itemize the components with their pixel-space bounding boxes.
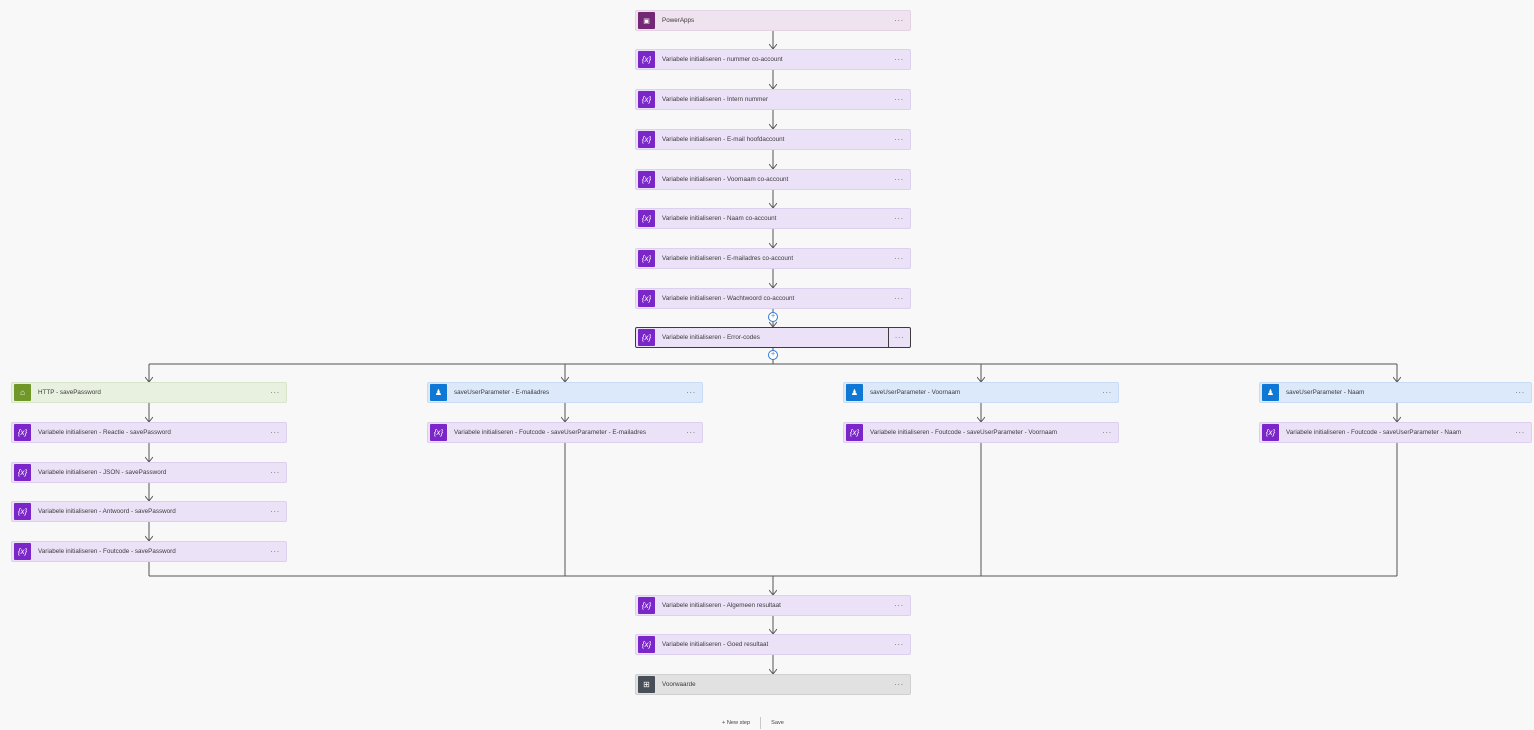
user-icon: ♟ bbox=[1262, 384, 1279, 401]
more-options-icon[interactable]: ··· bbox=[888, 170, 910, 189]
variable-step-card[interactable]: {x} Variabele initialiseren - E-mailadres… bbox=[635, 248, 911, 269]
more-options-icon[interactable]: ··· bbox=[264, 542, 286, 561]
http-icon: ⌂ bbox=[14, 384, 31, 401]
user-icon: ♟ bbox=[430, 384, 447, 401]
variable-step-card[interactable]: {x} Variabele initialiseren - nummer co-a… bbox=[635, 49, 911, 70]
more-options-icon[interactable]: ··· bbox=[1096, 383, 1118, 402]
step-label: Variabele initialiseren - E-mailadres co… bbox=[662, 255, 794, 262]
more-options-icon[interactable]: ··· bbox=[888, 635, 910, 654]
more-options-icon[interactable]: ··· bbox=[888, 11, 910, 30]
more-options-icon[interactable]: ··· bbox=[888, 209, 910, 228]
step-label: Variabele initialiseren - Algemeen resul… bbox=[662, 602, 781, 609]
variable-icon: {x} bbox=[846, 424, 863, 441]
variable-icon: {x} bbox=[1262, 424, 1279, 441]
more-options-icon[interactable]: ··· bbox=[1096, 423, 1118, 442]
insert-step-plus-icon[interactable]: + bbox=[768, 350, 778, 360]
trigger-card-powerapps[interactable]: ▣ PowerApps ··· bbox=[635, 10, 911, 31]
variable-step-card[interactable]: {x} Variabele initialiseren - E-mail hoof… bbox=[635, 129, 911, 150]
bottom-toolbar: + New step Save bbox=[712, 716, 794, 730]
step-label: saveUserParameter - Naam bbox=[1286, 389, 1365, 396]
variable-icon: {x} bbox=[14, 464, 31, 481]
branch-variable-step-card[interactable]: {x} Variabele initialiseren - Foutcode - … bbox=[1259, 422, 1532, 443]
variable-step-card[interactable]: {x} Variabele initialiseren - Intern numm… bbox=[635, 89, 911, 110]
step-label: Variabele initialiseren - Foutcode - sav… bbox=[454, 429, 647, 436]
more-options-icon[interactable]: ··· bbox=[1509, 423, 1531, 442]
more-options-icon[interactable]: ··· bbox=[680, 383, 702, 402]
step-label: Variabele initialiseren - Error-codes bbox=[662, 334, 760, 341]
more-options-icon[interactable]: ··· bbox=[888, 596, 910, 615]
step-label: Variabele initialiseren - Foutcode - sav… bbox=[38, 548, 176, 555]
more-options-icon[interactable]: ··· bbox=[888, 50, 910, 69]
variable-icon: {x} bbox=[638, 597, 655, 614]
insert-step-plus-icon[interactable]: + bbox=[768, 312, 778, 322]
user-icon: ♟ bbox=[846, 384, 863, 401]
branch-variable-step-card[interactable]: {x} Variabele initialiseren - JSON - save… bbox=[11, 462, 287, 483]
selected-step-card[interactable]: {x} Variabele initialiseren - Error-codes… bbox=[635, 327, 911, 348]
http-action-card[interactable]: ⌂ HTTP - savePassword ··· bbox=[11, 382, 287, 403]
variable-icon: {x} bbox=[14, 543, 31, 560]
more-options-icon[interactable]: ··· bbox=[264, 502, 286, 521]
branch-variable-step-card[interactable]: {x} Variabele initialiseren - Foutcode - … bbox=[11, 541, 287, 562]
variable-step-card[interactable]: {x} Variabele initialiseren - Voornaam co… bbox=[635, 169, 911, 190]
branch-variable-step-card[interactable]: {x} Variabele initialiseren - Reactie - s… bbox=[11, 422, 287, 443]
variable-icon: {x} bbox=[638, 51, 655, 68]
variable-icon: {x} bbox=[14, 503, 31, 520]
branch-variable-step-card[interactable]: {x} Variabele initialiseren - Antwoord - … bbox=[11, 501, 287, 522]
variable-icon: {x} bbox=[638, 329, 655, 346]
step-label: Variabele initialiseren - Intern nummer bbox=[662, 96, 768, 103]
step-label: Variabele initialiseren - Naam co-accoun… bbox=[662, 215, 777, 222]
branch-variable-step-card[interactable]: {x} Variabele initialiseren - Foutcode - … bbox=[843, 422, 1119, 443]
variable-icon: {x} bbox=[638, 250, 655, 267]
variable-icon: {x} bbox=[638, 210, 655, 227]
more-options-icon[interactable]: ··· bbox=[888, 675, 910, 694]
new-step-button[interactable]: + New step bbox=[712, 716, 760, 730]
step-label: Variabele initialiseren - Antwoord - sav… bbox=[38, 508, 176, 515]
more-options-icon[interactable]: ··· bbox=[264, 423, 286, 442]
variable-icon: {x} bbox=[638, 131, 655, 148]
user-parameter-action-card[interactable]: ♟ saveUserParameter - E-mailadres ··· bbox=[427, 382, 703, 403]
branch-variable-step-card[interactable]: {x} Variabele initialiseren - Foutcode - … bbox=[427, 422, 703, 443]
step-label: Voorwaarde bbox=[662, 681, 696, 688]
variable-step-card[interactable]: {x} Variabele initialiseren - Goed result… bbox=[635, 634, 911, 655]
condition-card[interactable]: ⊞ Voorwaarde ··· bbox=[635, 674, 911, 695]
user-parameter-action-card[interactable]: ♟ saveUserParameter - Voornaam ··· bbox=[843, 382, 1119, 403]
step-label: Variabele initialiseren - E-mail hoofdac… bbox=[662, 136, 785, 143]
step-label: saveUserParameter - E-mailadres bbox=[454, 389, 550, 396]
more-options-icon[interactable]: ··· bbox=[888, 328, 910, 347]
variable-step-card[interactable]: {x} Variabele initialiseren - Algemeen re… bbox=[635, 595, 911, 616]
more-options-icon[interactable]: ··· bbox=[680, 423, 702, 442]
more-options-icon[interactable]: ··· bbox=[1509, 383, 1531, 402]
variable-icon: {x} bbox=[430, 424, 447, 441]
step-label: Variabele initialiseren - Wachtwoord co-… bbox=[662, 295, 795, 302]
more-options-icon[interactable]: ··· bbox=[888, 90, 910, 109]
step-label: Variabele initialiseren - JSON - savePas… bbox=[38, 469, 167, 476]
step-label: saveUserParameter - Voornaam bbox=[870, 389, 961, 396]
step-label: Variabele initialiseren - Foutcode - sav… bbox=[870, 429, 1058, 436]
variable-icon: {x} bbox=[14, 424, 31, 441]
step-label: Variabele initialiseren - Reactie - save… bbox=[38, 429, 171, 436]
more-options-icon[interactable]: ··· bbox=[264, 463, 286, 482]
variable-step-card[interactable]: {x} Variabele initialiseren - Naam co-acc… bbox=[635, 208, 911, 229]
step-label: Variabele initialiseren - Goed resultaat bbox=[662, 641, 769, 648]
variable-icon: {x} bbox=[638, 290, 655, 307]
step-label: PowerApps bbox=[662, 17, 695, 24]
step-label: Variabele initialiseren - nummer co-acco… bbox=[662, 56, 783, 63]
variable-icon: {x} bbox=[638, 636, 655, 653]
more-options-icon[interactable]: ··· bbox=[888, 249, 910, 268]
more-options-icon[interactable]: ··· bbox=[264, 383, 286, 402]
user-parameter-action-card[interactable]: ♟ saveUserParameter - Naam ··· bbox=[1259, 382, 1532, 403]
powerapps-icon: ▣ bbox=[638, 12, 655, 29]
save-button[interactable]: Save bbox=[761, 716, 794, 730]
more-options-icon[interactable]: ··· bbox=[888, 130, 910, 149]
variable-icon: {x} bbox=[638, 171, 655, 188]
more-options-icon[interactable]: ··· bbox=[888, 289, 910, 308]
step-label: Variabele initialiseren - Voornaam co-ac… bbox=[662, 176, 789, 183]
variable-icon: {x} bbox=[638, 91, 655, 108]
step-label: HTTP - savePassword bbox=[38, 389, 101, 396]
variable-step-card[interactable]: {x} Variabele initialiseren - Wachtwoord … bbox=[635, 288, 911, 309]
step-label: Variabele initialiseren - Foutcode - sav… bbox=[1286, 429, 1462, 436]
condition-icon: ⊞ bbox=[638, 676, 655, 693]
